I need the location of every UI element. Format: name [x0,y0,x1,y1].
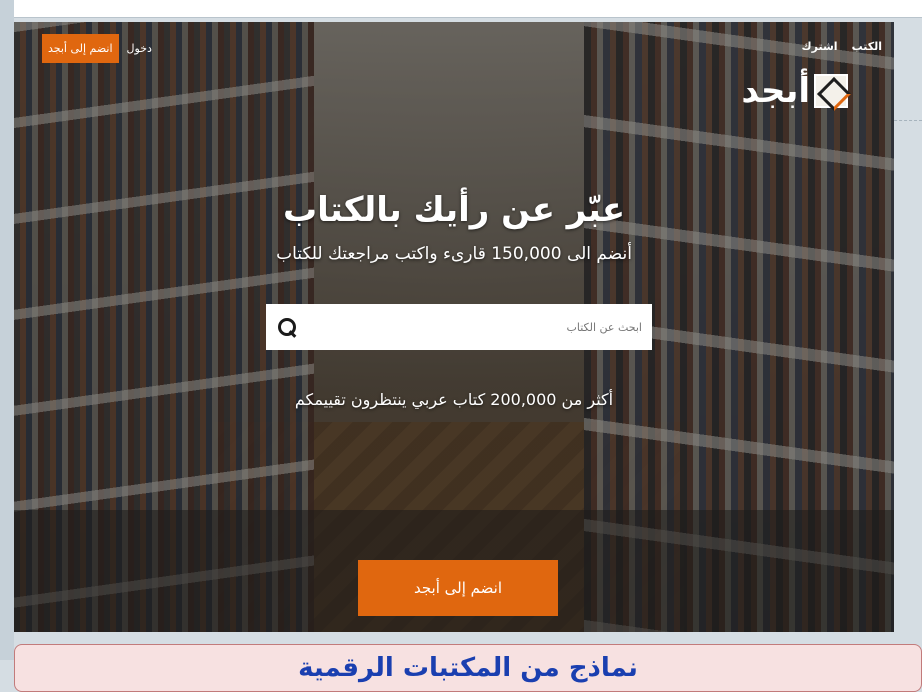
top-nav-left: انضم إلى أبجد دخول [42,34,152,63]
abjad-logo-icon [814,74,848,108]
nav-books-link[interactable]: الكتب [852,40,882,53]
website-screenshot: الكتب اشترك أبجد انضم إلى أبجد دخول عبّر… [14,22,894,632]
hero-title: عبّر عن رأيك بالكتاب [282,190,626,230]
slide-top-frame [0,0,922,18]
top-nav-right: الكتب اشترك [802,40,882,53]
search-bar [266,304,652,350]
nav-subscribe-link[interactable]: اشترك [802,40,838,53]
join-button-top[interactable]: انضم إلى أبجد [42,34,119,63]
hero-subtitle: أنضم الى 150,000 قارىء واكتب مراجعتك للك… [276,244,632,264]
join-button-main[interactable]: انضم إلى أبجد [358,560,558,616]
slide-left-frame [0,0,14,660]
logo-text: أبجد [741,71,810,111]
search-input[interactable] [322,312,642,342]
search-icon[interactable] [276,316,298,338]
slide-caption: نماذج من المكتبات الرقمية [298,653,638,683]
slide-caption-bar: نماذج من المكتبات الرقمية [14,644,922,692]
site-logo[interactable]: أبجد [741,74,848,108]
login-link[interactable]: دخول [127,42,152,55]
books-count-text: أكثر من 200,000 كتاب عربي ينتظرون تقييمك… [294,390,614,409]
